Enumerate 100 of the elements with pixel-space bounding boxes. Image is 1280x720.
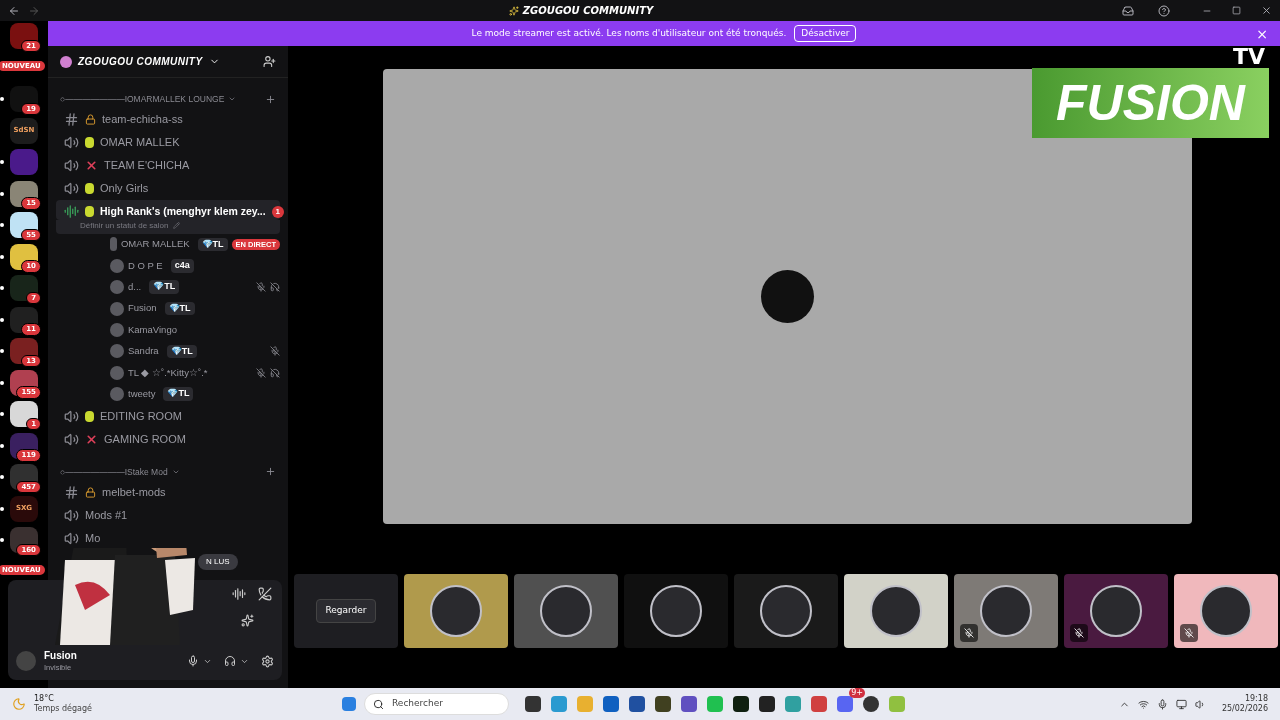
start-icon[interactable] xyxy=(342,697,356,711)
role-tag: 💎TL xyxy=(149,280,180,294)
display-icon[interactable] xyxy=(1175,698,1187,710)
channel-item[interactable]: GAMING ROOM xyxy=(56,427,280,451)
avatar xyxy=(110,387,124,402)
participant-tile[interactable] xyxy=(1064,574,1168,648)
app-icon[interactable] xyxy=(655,696,671,712)
avatar xyxy=(110,323,124,337)
microphone-icon[interactable] xyxy=(1156,698,1168,710)
participant-tile[interactable] xyxy=(954,574,1058,648)
member-name: D O P E xyxy=(128,258,163,273)
lock-icon xyxy=(85,114,96,125)
avatar xyxy=(980,585,1032,637)
search-icon xyxy=(373,698,384,710)
search-field[interactable]: Rechercher xyxy=(364,693,509,715)
channel-item[interactable]: OMAR MALLEK xyxy=(56,131,280,154)
app-icon[interactable] xyxy=(525,696,541,712)
participant-tile[interactable] xyxy=(844,574,948,648)
channel-item[interactable]: TEAM E'CHICHA xyxy=(56,154,280,177)
hash-icon xyxy=(64,112,79,127)
microphone-icon[interactable] xyxy=(187,655,199,668)
voice-member[interactable]: tweety 💎TL xyxy=(110,383,280,405)
channel-item[interactable]: Only Girls xyxy=(56,177,280,200)
app-icon[interactable] xyxy=(733,696,749,712)
back-icon[interactable] xyxy=(8,4,20,17)
channel-name: Mo xyxy=(85,531,101,547)
mention-badge: 1 xyxy=(271,205,284,218)
role-tag: c4a xyxy=(170,259,194,273)
headphones-icon[interactable] xyxy=(224,655,236,668)
discord-icon[interactable] xyxy=(837,696,853,712)
member-name: d... xyxy=(128,280,142,295)
channel-item[interactable]: Mo xyxy=(56,526,280,550)
speaker-icon xyxy=(64,181,79,196)
channel-name: GAMING ROOM xyxy=(104,432,186,448)
user-name: Fusion xyxy=(44,650,77,663)
voice-member[interactable]: KamaVingo xyxy=(110,319,280,341)
channel-item[interactable]: melbet-mods xyxy=(56,480,280,504)
role-tag: 💎TL xyxy=(166,344,197,359)
wifi-icon[interactable] xyxy=(1137,698,1149,710)
role-tag: 💎TL xyxy=(163,387,194,401)
temperature: 18°C xyxy=(34,694,55,704)
participant-tile[interactable] xyxy=(514,574,618,648)
help-icon[interactable] xyxy=(1158,4,1170,17)
add-channel-icon[interactable] xyxy=(265,466,276,478)
avatar xyxy=(650,585,702,637)
avatar xyxy=(110,237,117,252)
guild-name[interactable]: ZGOUGOU COMMUNITY xyxy=(78,54,203,69)
pencil-icon xyxy=(172,222,180,230)
avatar xyxy=(540,585,592,637)
role-tag: 💎TL xyxy=(197,237,228,252)
participant-tile[interactable] xyxy=(624,574,728,648)
clock-date: 25/02/2026 xyxy=(1221,704,1268,714)
channel-item[interactable]: EDITING ROOM xyxy=(56,404,280,428)
voice-member[interactable]: Fusion 💎TL xyxy=(110,297,280,320)
voice-member[interactable]: Sandra 💎TL xyxy=(110,340,280,363)
add-channel-icon[interactable] xyxy=(265,93,276,105)
speaker-icon xyxy=(64,408,79,424)
disable-button[interactable]: Désactiver xyxy=(794,24,857,43)
channel-name: High Rank's (menghyr klem zey... xyxy=(100,204,266,219)
chevron-icon xyxy=(228,95,237,103)
voice-member[interactable]: d... 💎TL xyxy=(110,276,280,298)
voice-activity-icon xyxy=(64,204,79,220)
participant-tile[interactable] xyxy=(404,574,508,648)
channel-name: OMAR MALLEK xyxy=(100,135,180,151)
maximize-icon[interactable] xyxy=(1232,6,1241,15)
close-button[interactable]: × xyxy=(1256,23,1268,44)
participant-tile[interactable] xyxy=(1174,574,1278,648)
category-name[interactable]: ○———————IOMARMALLEK LOUNGE xyxy=(60,92,225,106)
guild-icon xyxy=(60,55,72,68)
inbox-icon[interactable] xyxy=(1122,4,1134,17)
settings-icon[interactable] xyxy=(261,654,274,668)
disconnect-icon[interactable] xyxy=(258,587,272,601)
app-icon[interactable] xyxy=(863,696,879,712)
search-placeholder: Rechercher xyxy=(392,697,443,711)
member-name: tweety xyxy=(128,387,156,402)
close-icon[interactable] xyxy=(1261,5,1272,16)
member-name: Fusion xyxy=(128,301,157,316)
avatar xyxy=(430,585,482,637)
channel-name: Mods #1 xyxy=(85,508,128,524)
app-icon[interactable] xyxy=(759,696,775,712)
channel-item[interactable]: Mods #1 xyxy=(56,503,280,527)
voice-member[interactable]: D O P E c4a xyxy=(110,255,280,277)
participant-tile[interactable] xyxy=(734,574,838,648)
channel-name: team-echicha-ss xyxy=(102,112,183,128)
avatar xyxy=(870,585,922,637)
channel-item[interactable]: team-echicha-ss xyxy=(56,108,280,131)
category-name[interactable]: ○———————IStake Mod xyxy=(60,465,168,479)
soundboard-icon[interactable] xyxy=(232,587,246,601)
member-name: KamaVingo xyxy=(128,322,177,337)
speaker-icon xyxy=(64,431,79,447)
channel-name: melbet-mods xyxy=(102,485,166,501)
voice-member[interactable]: TL ◆ ☆˚.*Kitty☆˚.* xyxy=(110,362,280,384)
role-tag: 💎TL xyxy=(164,301,195,316)
volume-icon[interactable] xyxy=(1194,698,1206,710)
unread-pill[interactable]: N LUS xyxy=(198,554,238,570)
avatar xyxy=(110,344,124,359)
watch-button[interactable]: Regarder xyxy=(316,599,376,623)
activity-icon[interactable] xyxy=(241,614,254,627)
invite-icon[interactable] xyxy=(263,55,276,68)
avatar xyxy=(110,365,124,380)
